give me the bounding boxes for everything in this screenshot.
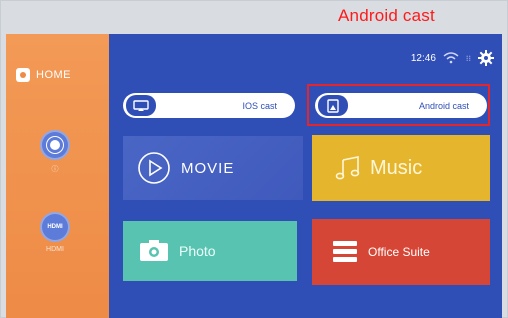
office-suite-label: Office Suite xyxy=(368,245,430,259)
clock: 12:46 xyxy=(410,52,436,64)
ios-cast-button[interactable]: IOS cast xyxy=(123,93,295,118)
photo-label: Photo xyxy=(179,243,216,259)
office-suite-icon xyxy=(333,241,357,262)
music-note-icon xyxy=(335,156,360,180)
network-status: ⁝⁝ xyxy=(465,53,471,63)
hdmi-icon: HDMI xyxy=(40,212,70,242)
settings-circle-icon xyxy=(40,130,70,160)
photo-tile[interactable]: Photo xyxy=(123,221,297,281)
callout-label: Android cast xyxy=(338,6,435,25)
gear-icon[interactable] xyxy=(478,50,494,66)
sidebar-hdmi-caption: HDMI xyxy=(46,246,64,253)
ios-cast-label: IOS cast xyxy=(242,100,277,111)
movie-tile[interactable]: MOVIE xyxy=(123,136,303,200)
office-suite-tile[interactable]: Office Suite xyxy=(312,219,490,285)
sidebar: HOME ⓘ HDMI HDMI xyxy=(6,34,109,318)
projector-home-screen: HOME ⓘ HDMI HDMI 12:46 ⁝⁝ IOS cast Andro… xyxy=(6,34,502,318)
play-icon xyxy=(138,152,170,184)
screen-cast-icon xyxy=(126,95,156,116)
sidebar-item-hdmi[interactable]: HDMI HDMI xyxy=(37,212,73,253)
hdmi-badge-text: HDMI xyxy=(47,224,63,230)
sidebar-item-settings[interactable]: ⓘ xyxy=(37,130,73,174)
status-bar: 12:46 ⁝⁝ xyxy=(411,50,494,66)
movie-label: MOVIE xyxy=(181,159,235,177)
wifi-icon xyxy=(443,52,459,64)
android-cast-highlight xyxy=(307,84,490,126)
sidebar-home-label: HOME xyxy=(36,69,71,81)
sidebar-item-home[interactable]: HOME xyxy=(16,68,71,82)
music-label: Music xyxy=(370,156,423,179)
music-tile[interactable]: Music xyxy=(312,135,490,201)
home-icon xyxy=(16,68,30,82)
photo-icon xyxy=(140,240,168,261)
sidebar-settings-caption: ⓘ xyxy=(51,166,59,173)
